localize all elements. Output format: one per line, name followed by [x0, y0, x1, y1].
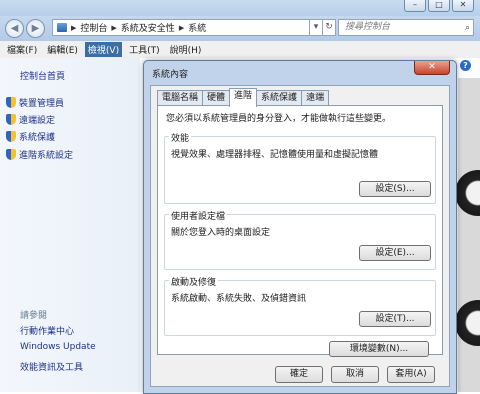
sidebar-item-advanced-settings[interactable]: 進階系統設定: [6, 148, 73, 161]
user-profiles-group: 使用者設定檔 關於您登入時的桌面設定 設定(E)...: [164, 209, 436, 270]
shield-icon: [6, 149, 16, 160]
dialog-body: 電腦名稱 硬體 進階 系統保護 遠端 您必須以系統管理員的身分登入，才能做執行這…: [150, 85, 450, 387]
crumb-control-panel[interactable]: 控制台: [80, 21, 107, 34]
sidebar: 控制台首頁 裝置管理員 遠端設定 系統保護 進階系統設定 請參閱 行動作業中心 …: [0, 58, 140, 392]
startup-recovery-group: 啟動及修復 系統啟動、系統失敗、及偵錯資訊 設定(T)...: [164, 275, 436, 336]
shield-icon: [6, 131, 16, 142]
shield-icon: [6, 114, 16, 125]
performance-settings-button[interactable]: 設定(S)...: [359, 181, 431, 197]
window-controls: – □ ✕: [404, 0, 474, 12]
crumb-separator-icon: ▶: [111, 23, 117, 32]
tab-advanced[interactable]: 進階: [229, 88, 258, 107]
see-also-action-center[interactable]: 行動作業中心: [20, 324, 74, 337]
tab-hardware[interactable]: 硬體: [202, 90, 231, 106]
menu-edit[interactable]: 編輯(E): [44, 42, 81, 57]
forward-arrow-icon[interactable]: ▶: [26, 19, 45, 38]
sidebar-item-label: 遠端設定: [19, 116, 56, 126]
sidebar-home-link[interactable]: 控制台首頁: [20, 69, 65, 82]
refresh-icon[interactable]: ↻: [322, 19, 336, 36]
dialog-title: 系統內容: [152, 70, 189, 80]
sidebar-item-label: 進階系統設定: [19, 151, 74, 161]
help-icon[interactable]: ?: [460, 60, 471, 71]
crumb-separator-icon: ▶: [71, 23, 77, 32]
menu-view[interactable]: 檢視(V): [84, 42, 123, 57]
address-dropdown-icon[interactable]: ▾: [309, 19, 323, 36]
menu-bar: 檔案(F) 編輯(E) 檢視(V) 工具(T) 說明(H): [0, 41, 480, 59]
dialog-close-button[interactable]: ✕: [414, 61, 450, 75]
tab-system-protection[interactable]: 系統保護: [256, 90, 303, 106]
window-titlebar: – □ ✕: [0, 0, 480, 16]
ok-button[interactable]: 確定: [275, 366, 323, 383]
sidebar-item-remote-settings[interactable]: 遠端設定: [6, 113, 55, 126]
group-title: 使用者設定檔: [169, 209, 228, 222]
group-description: 視覺效果、處理器排程、記憶體使用量和虛擬記憶體: [171, 150, 379, 160]
search-input[interactable]: 搜尋控制台 ⌕: [338, 19, 474, 36]
crumb-separator-icon: ▶: [178, 23, 185, 32]
sidebar-item-label: 系統保護: [19, 133, 56, 143]
apply-button[interactable]: 套用(A): [387, 366, 435, 383]
group-description: 關於您登入時的桌面設定: [171, 228, 271, 238]
address-toolbar: ◀ ▶ ▶ 控制台 ▶ 系統及安全性 ▶ 系統 ▾ ↻ 搜尋控制台 ⌕: [0, 16, 480, 41]
cancel-button[interactable]: 取消: [331, 366, 379, 383]
performance-group: 效能 視覺效果、處理器排程、記憶體使用量和虛擬記憶體 設定(S)...: [164, 131, 436, 204]
user-profiles-settings-button[interactable]: 設定(E)...: [359, 245, 431, 261]
menu-tools[interactable]: 工具(T): [126, 42, 163, 57]
maximize-button[interactable]: □: [428, 0, 450, 12]
back-arrow-icon[interactable]: ◀: [5, 19, 24, 38]
group-title: 效能: [169, 131, 192, 144]
group-title: 啟動及修復: [169, 275, 219, 288]
sidebar-item-label: 裝置管理員: [19, 99, 65, 109]
group-description: 系統啟動、系統失敗、及偵錯資訊: [171, 294, 307, 304]
system-properties-dialog: 系統內容 ✕ 電腦名稱 硬體 進階 系統保護 遠端 您必須以系統管理員的身分登入…: [143, 60, 457, 394]
advanced-tab-panel: 您必須以系統管理員的身分登入，才能做執行這些變更。 效能 視覺效果、處理器排程、…: [157, 105, 443, 355]
shield-icon: [6, 97, 16, 108]
see-also-windows-update[interactable]: Windows Update: [20, 342, 96, 352]
startup-recovery-settings-button[interactable]: 設定(T)...: [359, 311, 431, 327]
search-placeholder: 搜尋控制台: [345, 22, 391, 32]
menu-file[interactable]: 檔案(F): [4, 42, 40, 57]
environment-variables-button[interactable]: 環境變數(N)...: [329, 341, 429, 357]
tab-computer-name[interactable]: 電腦名稱: [157, 90, 204, 106]
control-panel-icon: [57, 23, 67, 32]
address-field[interactable]: ▶ 控制台 ▶ 系統及安全性 ▶ 系統: [52, 19, 310, 36]
see-also-heading: 請參閱: [20, 311, 48, 321]
tab-remote[interactable]: 遠端: [301, 90, 330, 106]
crumb-system-security[interactable]: 系統及安全性: [121, 21, 175, 34]
search-icon[interactable]: ⌕: [465, 21, 470, 36]
menu-help[interactable]: 說明(H): [167, 42, 205, 57]
admin-notice: 您必須以系統管理員的身分登入，才能做執行這些變更。: [166, 114, 392, 124]
minimize-button[interactable]: –: [404, 0, 426, 12]
close-button[interactable]: ✕: [452, 0, 474, 12]
sidebar-item-device-manager[interactable]: 裝置管理員: [6, 96, 64, 109]
see-also-performance-tools[interactable]: 效能資訊及工具: [20, 360, 83, 373]
sidebar-item-system-protection[interactable]: 系統保護: [6, 130, 55, 143]
crumb-system[interactable]: 系統: [188, 21, 206, 34]
